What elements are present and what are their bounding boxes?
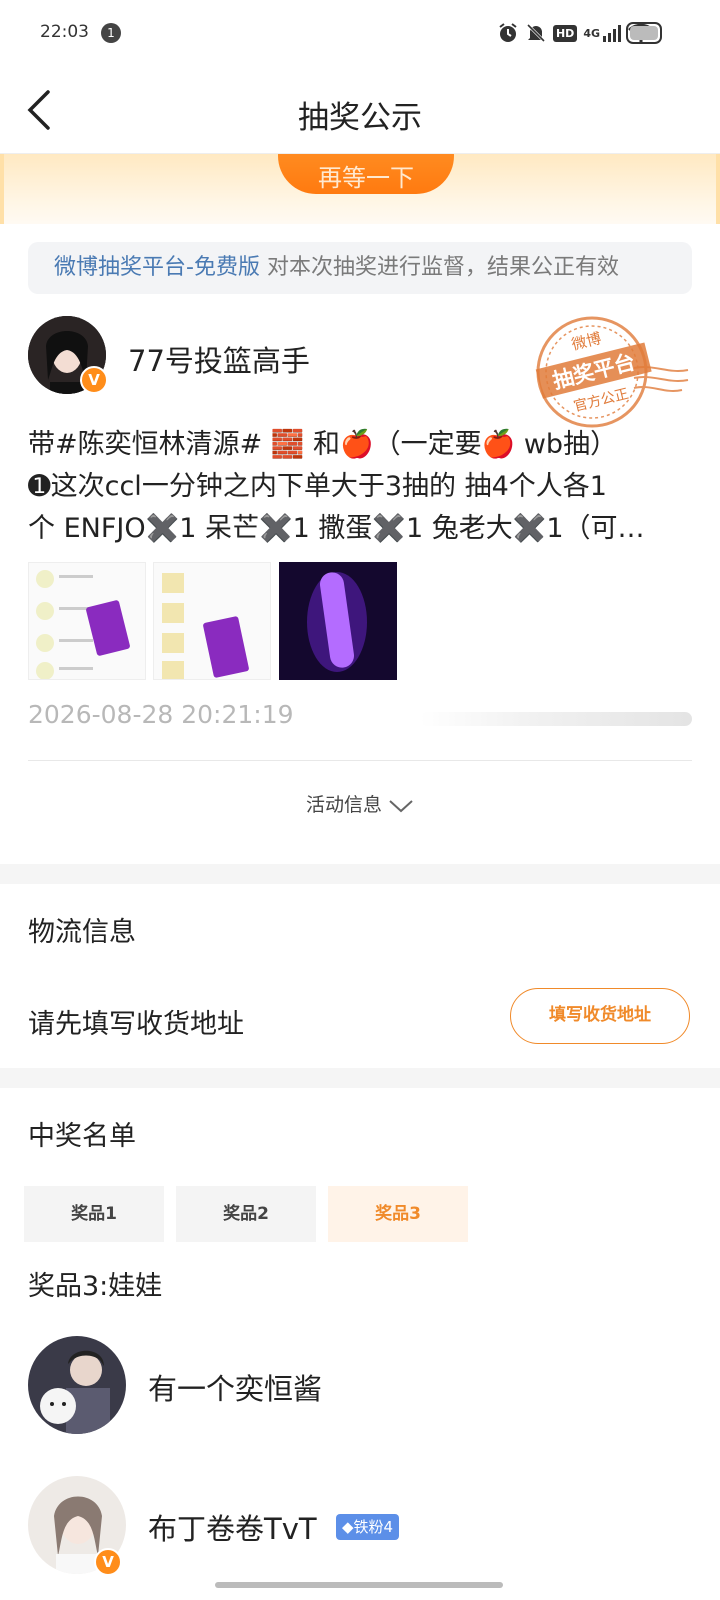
verified-badge: V (94, 1548, 122, 1576)
activity-info-label: 活动信息 (305, 794, 382, 816)
official-stamp-icon: 抽奖平台 微博 官方公正 (535, 316, 689, 428)
stamp-bottom: 官方公正 (572, 386, 630, 415)
logistics-title: 物流信息 (28, 917, 136, 948)
tab-prize-2[interactable]: 奖品2 (176, 1186, 316, 1242)
post-line: 带#陈奕恒林清源# 🧱 和🍎（一定要🍎 wb抽） (28, 429, 618, 460)
platform-link[interactable]: 微博抽奖平台-免费版 (54, 255, 260, 280)
hd-icon: HD (552, 24, 578, 42)
verified-badge: V (80, 366, 108, 394)
post-image-1[interactable] (28, 562, 146, 680)
post-line: 个 ENFJO✖️1 呆芒✖️1 撒蛋✖️1 兔老大✖️1（可… (28, 513, 645, 544)
countdown-banner: 再等一下 (0, 154, 720, 224)
tab-prize-1[interactable]: 奖品1 (24, 1186, 164, 1242)
chevron-down-icon (389, 799, 413, 812)
fan-level-badge: ◆铁粉4 (336, 1514, 400, 1540)
winner-name[interactable]: 布丁卷卷TvT (148, 1506, 317, 1548)
lottery-post-card: 微博抽奖平台-免费版 对本次抽奖进行监督，结果公正有效 V 77号投篮高手 抽奖… (0, 224, 720, 860)
tab-prize-3[interactable]: 奖品3 (328, 1186, 468, 1242)
status-time: 22:03 (40, 22, 89, 42)
fill-address-button[interactable]: 填写收货地址 (510, 988, 690, 1044)
post-image-3[interactable] (279, 562, 397, 680)
network-type-icon: 4G (583, 26, 600, 40)
post-line: ➊这次ccl一分钟之内下单大于3抽的 抽4个人各1 (28, 471, 607, 502)
section-gap (0, 1068, 720, 1088)
stamp-top: 微博 (570, 329, 603, 354)
mute-bell-icon (526, 23, 546, 43)
notification-count-icon: 1 (101, 23, 121, 43)
poster-name[interactable]: 77号投篮高手 (128, 338, 310, 380)
signal-icon (603, 25, 621, 42)
alarm-icon (499, 23, 517, 42)
battery-icon (626, 22, 662, 44)
divider (28, 760, 692, 761)
post-content[interactable]: 带#陈奕恒林清源# 🧱 和🍎（一定要🍎 wb抽） ➊这次ccl一分钟之内下单大于… (28, 424, 692, 550)
address-prompt: 请先填写收货地址 (28, 1009, 244, 1040)
platform-notice: 微博抽奖平台-免费版 对本次抽奖进行监督，结果公正有效 (28, 242, 692, 294)
post-image-2[interactable] (153, 562, 271, 680)
winner-name[interactable]: 有一个奕恒酱 (148, 1366, 322, 1408)
winner-avatar[interactable] (28, 1336, 126, 1434)
nav-bar: 抽奖公示 (0, 68, 720, 154)
page-title: 抽奖公示 (298, 100, 422, 136)
activity-info-toggle[interactable]: 活动信息 (0, 790, 720, 817)
status-bar: 22:03 1 HD 4G (0, 0, 720, 68)
winners-title: 中奖名单 (28, 1121, 136, 1152)
home-indicator[interactable] (215, 1582, 503, 1588)
section-gap (0, 864, 720, 884)
prize-label: 奖品3:娃娃 (28, 1271, 163, 1302)
blurred-info (420, 712, 692, 726)
post-timestamp: 2026-08-28 20:21:19 (28, 700, 294, 729)
notice-text: 对本次抽奖进行监督，结果公正有效 (259, 255, 619, 280)
wait-button[interactable]: 再等一下 (278, 154, 454, 194)
